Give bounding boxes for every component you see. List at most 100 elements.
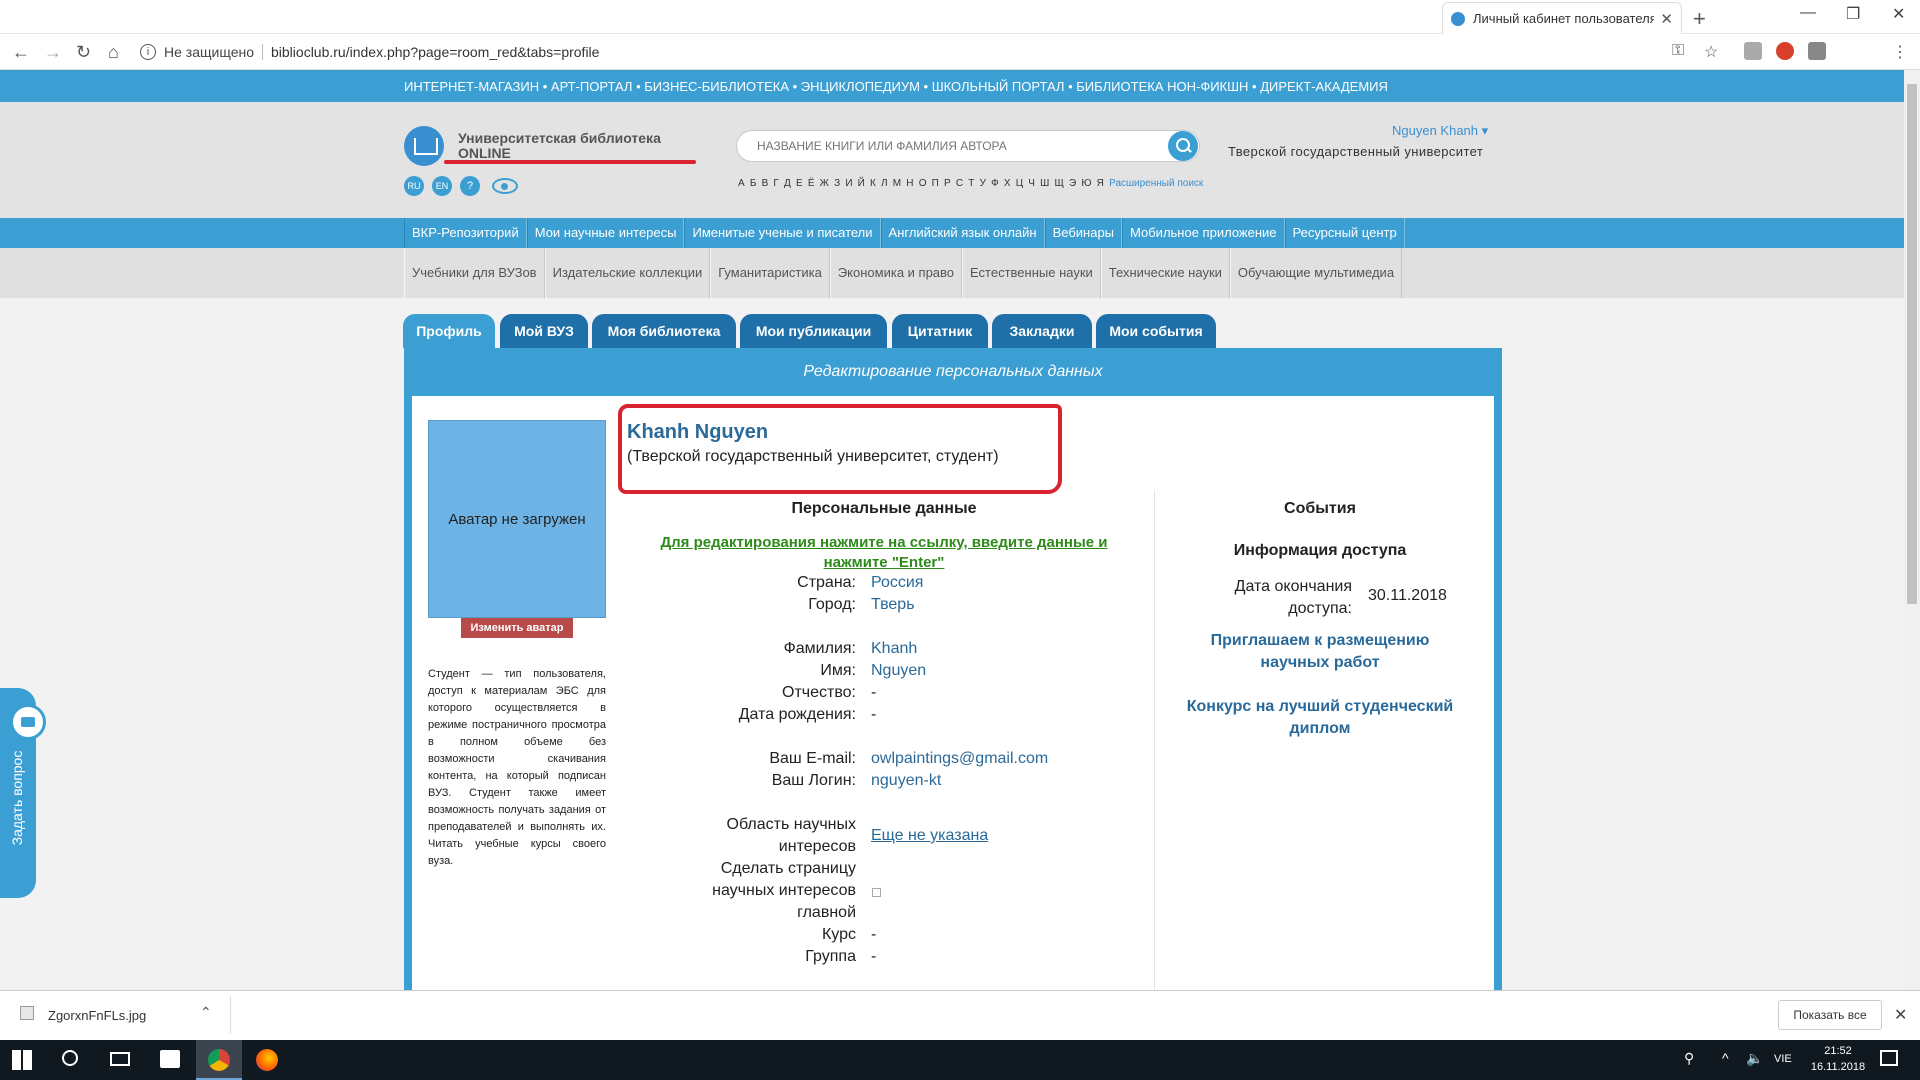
chevron-up-icon[interactable]: ⌃ [200, 1004, 212, 1021]
omnibox[interactable]: i Не защищено biblioclub.ru/index.php?pa… [140, 38, 1720, 66]
info-icon[interactable]: i [140, 44, 156, 60]
extension-icon[interactable] [1744, 42, 1762, 60]
birth-date-label: Дата рождения: [738, 706, 856, 723]
login-value[interactable]: nguyen-kt [871, 770, 941, 792]
profile-name: Khanh Nguyen [627, 421, 769, 443]
patronymic-value[interactable]: - [871, 682, 876, 704]
menu-icon[interactable]: ⋮ [1892, 42, 1908, 62]
download-filename[interactable]: ZgorxnFnFLs.jpg [48, 1008, 146, 1023]
minimize-icon[interactable]: — [1800, 4, 1816, 22]
store-icon[interactable] [160, 1050, 180, 1068]
tab-my-events[interactable]: Мои события [1096, 314, 1216, 348]
task-view-icon[interactable] [110, 1052, 130, 1066]
reload-icon[interactable]: ↻ [76, 42, 91, 63]
scrollbar-thumb[interactable] [1907, 84, 1917, 604]
menu-item[interactable]: Мои научные интересы [526, 218, 685, 248]
close-tab-icon[interactable]: ✕ [1660, 10, 1673, 28]
city-value[interactable]: Тверь [871, 594, 915, 616]
advanced-search-link[interactable]: Расширенный поиск [1109, 178, 1203, 189]
interests-link[interactable]: Еще не указана [871, 825, 988, 847]
invite-publish-link[interactable]: Приглашаем к размещению научных работ [1180, 630, 1460, 674]
forward-icon[interactable]: → [44, 42, 62, 63]
mail-icon[interactable] [10, 704, 46, 740]
group-value[interactable]: - [871, 946, 876, 968]
lang-ru-button[interactable]: RU [404, 176, 424, 196]
menu-item[interactable]: Именитые ученые и писатели [684, 218, 881, 248]
extension-icon[interactable] [1808, 42, 1826, 60]
people-icon[interactable]: ⚲ [1684, 1050, 1694, 1067]
catalog-item[interactable]: Гуманитаристика [710, 248, 830, 298]
back-icon[interactable]: ← [12, 42, 30, 63]
role-description: Студент — тип пользователя, доступ к мат… [428, 668, 606, 867]
change-avatar-button[interactable]: Изменить аватар [461, 618, 573, 638]
catalog-item[interactable]: Обучающие мультимедиа [1229, 248, 1403, 298]
diploma-contest-link[interactable]: Конкурс на лучший студенческий диплом [1170, 696, 1470, 740]
catalog-item[interactable]: Технические науки [1100, 248, 1230, 298]
home-icon[interactable]: ⌂ [108, 42, 119, 63]
search-taskbar-icon[interactable] [62, 1050, 78, 1066]
not-secure-label: Не защищено [164, 44, 254, 60]
search-icon[interactable] [1168, 131, 1198, 161]
surname-value[interactable]: Khanh [871, 638, 917, 660]
firefox-icon[interactable] [256, 1049, 278, 1071]
show-all-downloads-button[interactable]: Показать все [1778, 1000, 1882, 1030]
panel-heading: Редактирование персональных данных [404, 348, 1502, 396]
language-indicator[interactable]: VIE [1774, 1053, 1792, 1065]
country-value[interactable]: Россия [871, 572, 923, 594]
url-text: biblioclub.ru/index.php?page=room_red&ta… [271, 44, 600, 60]
windows-start-icon[interactable] [12, 1050, 32, 1070]
red-underline-annotation [444, 160, 696, 164]
edit-hint-link[interactable]: Для редактирования нажмите на ссылку, вв… [630, 533, 1138, 573]
tab-my-library[interactable]: Моя библиотека [592, 314, 736, 348]
make-main-checkbox[interactable] [872, 888, 881, 897]
restore-icon[interactable]: ❐ [1846, 4, 1860, 24]
key-icon[interactable]: ⚿ [1672, 42, 1684, 60]
help-button[interactable]: ? [460, 176, 480, 196]
book-logo-icon [404, 126, 444, 166]
menu-item[interactable]: Английский язык онлайн [880, 218, 1045, 248]
catalog-item[interactable]: Экономика и право [829, 248, 963, 298]
patronymic-label: Отчество: [782, 684, 856, 701]
tab-quotes[interactable]: Цитатник [892, 314, 988, 348]
search-input[interactable] [736, 130, 1200, 162]
menu-item[interactable]: Мобильное приложение [1122, 218, 1285, 248]
menu-item[interactable]: Ресурсный центр [1284, 218, 1405, 248]
surname-label: Фамилия: [783, 640, 856, 657]
omnibox-separator [262, 44, 263, 60]
birth-date-value[interactable]: - [871, 704, 876, 726]
taskbar-clock[interactable]: 21:52 16.11.2018 [1808, 1043, 1868, 1075]
menu-item[interactable]: ВКР-Репозиторий [404, 218, 527, 248]
tab-my-university[interactable]: Мой ВУЗ [500, 314, 588, 348]
bookmark-star-icon[interactable]: ☆ [1704, 42, 1718, 62]
catalog-item[interactable]: Издательские коллекции [544, 248, 711, 298]
notifications-icon[interactable] [1880, 1050, 1898, 1066]
first-name-value[interactable]: Nguyen [871, 660, 926, 682]
accessibility-eye-icon[interactable] [492, 178, 518, 194]
catalog-item[interactable]: Естественные науки [962, 248, 1101, 298]
user-menu[interactable]: Nguyen Khanh ▾ [1392, 123, 1488, 139]
tab-bookmarks[interactable]: Закладки [992, 314, 1092, 348]
extension-icon[interactable] [1776, 42, 1794, 60]
login-label: Ваш Логин: [771, 772, 856, 789]
menu-item[interactable]: Вебинары [1044, 218, 1123, 248]
alphabet-letters[interactable]: А Б В Г Д Е Ё Ж З И Й К Л М Н О П Р С Т … [738, 178, 1105, 189]
volume-icon[interactable]: 🔈 [1746, 1050, 1763, 1067]
chrome-icon[interactable] [208, 1049, 230, 1071]
close-shelf-icon[interactable]: ✕ [1894, 1005, 1907, 1025]
shelf-separator [230, 996, 231, 1034]
lang-en-button[interactable]: EN [432, 176, 452, 196]
events-title: События [1284, 500, 1356, 517]
browser-tab[interactable]: Личный кабинет пользователя ✕ [1442, 2, 1682, 34]
alphabet-index[interactable]: А Б В Г Д Е Ё Ж З И Й К Л М Н О П Р С Т … [738, 178, 1203, 189]
course-value[interactable]: - [871, 924, 876, 946]
chevron-up-tray-icon[interactable]: ^ [1722, 1050, 1729, 1066]
first-name-label: Имя: [820, 662, 856, 679]
window-close-icon[interactable]: ✕ [1892, 4, 1905, 24]
tab-profile[interactable]: Профиль [403, 314, 495, 348]
new-tab-icon[interactable]: + [1693, 6, 1706, 32]
catalog-item[interactable]: Учебники для ВУЗов [404, 248, 545, 298]
ask-question-label[interactable]: Задать вопрос [9, 743, 25, 853]
top-links[interactable]: ИНТЕРНЕТ-МАГАЗИН • АРТ-ПОРТАЛ • БИЗНЕС-Б… [404, 79, 1388, 94]
email-value[interactable]: owlpaintings@gmail.com [871, 748, 1048, 770]
tab-my-publications[interactable]: Мои публикации [740, 314, 887, 348]
